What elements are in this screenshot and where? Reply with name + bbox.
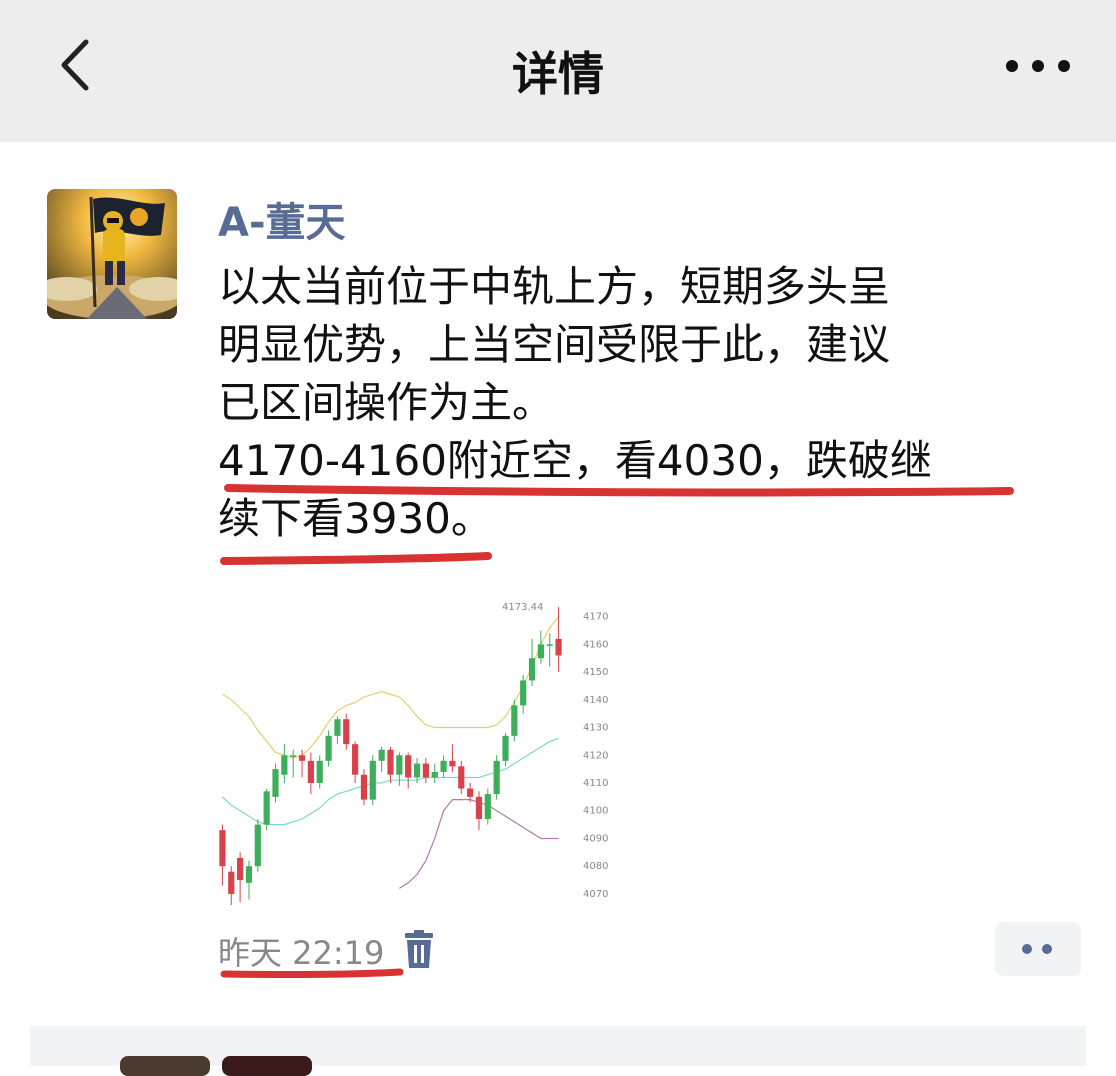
candle-body (237, 857, 244, 881)
candle-body (413, 763, 421, 778)
post-line: 已区间操作为主。 (218, 378, 555, 427)
candle-body (440, 760, 447, 772)
y-tick-label: 4170 (583, 612, 608, 623)
y-tick-label: 4110 (583, 778, 608, 789)
candle-body (555, 638, 562, 656)
comment-area (30, 1026, 1086, 1076)
more-dots-icon (1058, 60, 1070, 72)
candle-body (254, 824, 261, 867)
page-title: 详情 (512, 47, 604, 101)
post-text: 以太当前位于中轨上方，短期多头呈 明显优势，上当空间受限于此，建议 已区间操作为… (218, 258, 1038, 548)
avatar-image (47, 189, 177, 319)
candle-body (378, 749, 385, 761)
comment-dots-icon (1042, 944, 1052, 954)
candle-body (396, 755, 403, 775)
high-price-label: 4173.44 (502, 602, 543, 613)
candle-body (484, 794, 491, 820)
candle-body (343, 719, 350, 745)
candle-body (405, 755, 412, 778)
post-line: 明显优势，上当空间受限于此，建议 (218, 320, 891, 369)
post-line: 以太当前位于中轨上方，短期多头呈 (218, 262, 891, 311)
trash-icon (405, 930, 433, 968)
comment-button[interactable] (995, 922, 1081, 976)
post-time: 昨天 22:19 (218, 934, 385, 972)
more-button[interactable] (1000, 48, 1080, 84)
candle-body (387, 749, 394, 775)
more-dots-icon (1032, 60, 1044, 72)
candle-body (334, 719, 341, 736)
y-tick-label: 4120 (583, 750, 608, 761)
candle-body (219, 830, 226, 867)
candle-body (272, 769, 279, 797)
candle-body (449, 760, 456, 767)
chart-image[interactable]: 4170 4160 4150 4140 4130 4120 4110 4100 4090 4080… (218, 600, 618, 905)
candle-body (281, 755, 288, 775)
avatar[interactable] (222, 1056, 312, 1076)
candle-body (528, 658, 536, 681)
candle-body (360, 774, 368, 800)
y-tick-label: 4140 (583, 695, 608, 706)
candle-body (245, 866, 253, 883)
candle-body (263, 791, 270, 825)
candle-body (493, 760, 500, 795)
candle-body (298, 755, 306, 761)
post-line: 续下看3930。 (218, 494, 493, 543)
candle-body (475, 796, 483, 820)
candle-body (537, 644, 544, 659)
candle-body (422, 763, 429, 778)
y-tick-label: 4130 (583, 723, 608, 734)
candle-body (431, 771, 438, 778)
candle-body (307, 760, 314, 783)
candle-body (511, 705, 518, 736)
more-dots-icon (1006, 60, 1018, 72)
y-tick-label: 4090 (583, 833, 608, 844)
delete-button[interactable] (402, 930, 436, 970)
candlestick-chart: 4170 4160 4150 4140 4130 4120 4110 4100 4090 4080… (219, 602, 608, 905)
candle-body (520, 680, 527, 706)
candle-body (467, 788, 474, 797)
y-tick-label: 4080 (583, 861, 608, 872)
candle-body (369, 760, 376, 800)
y-tick-label: 4070 (583, 889, 608, 900)
candle-body (502, 735, 509, 761)
candle-body (458, 766, 465, 789)
comment-dots-icon (1022, 944, 1032, 954)
top-bar: 详情 (0, 0, 1116, 142)
candle-body (228, 871, 235, 894)
candle-body (316, 760, 323, 783)
post-line: 4170-4160附近空，看4030，跌破继 (218, 436, 932, 485)
candle-body (546, 644, 553, 646)
candle-body (290, 755, 297, 757)
avatar[interactable] (120, 1056, 210, 1076)
y-tick-label: 4150 (583, 667, 608, 678)
y-tick-label: 4160 (583, 639, 608, 650)
candle-body (325, 735, 332, 761)
avatar[interactable] (47, 189, 177, 319)
candle-body (352, 744, 359, 775)
y-tick-label: 4100 (583, 806, 608, 817)
author-name[interactable]: A-董天 (218, 190, 346, 248)
